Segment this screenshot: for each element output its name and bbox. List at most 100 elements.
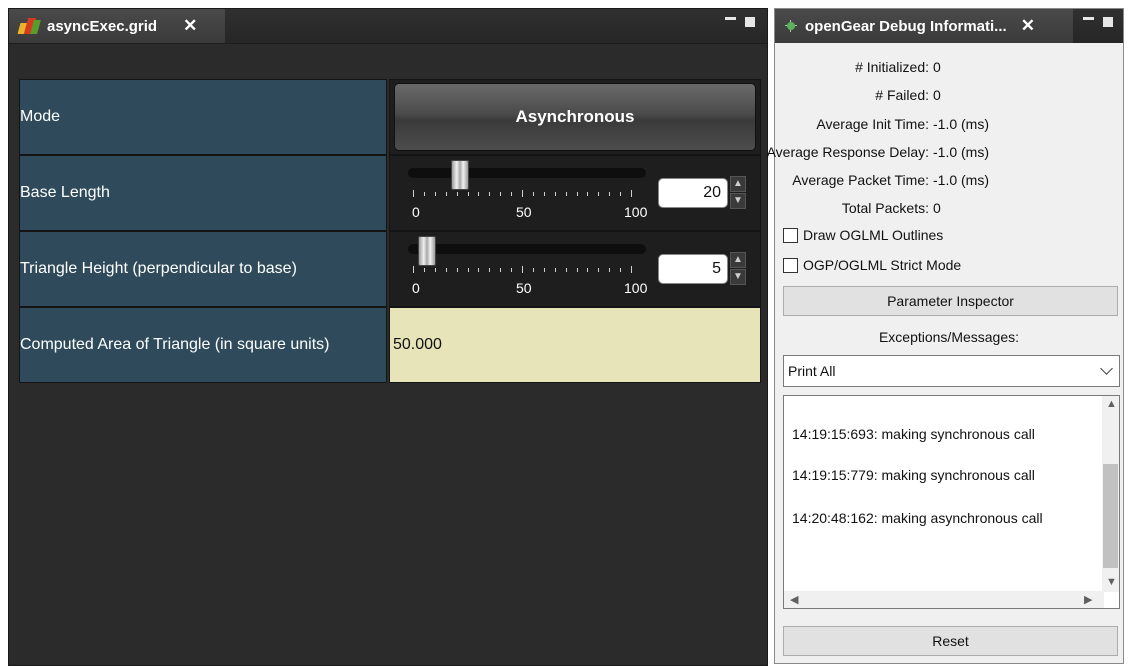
triangle-height-spinner: ▲ ▼	[730, 252, 746, 286]
draw-outlines-checkbox[interactable]	[783, 227, 798, 243]
stat-avg-init-time: Average Init Time: -1.0 (ms)	[816, 116, 989, 132]
triangle-height-cell: 0 50 100 ▲ ▼	[389, 231, 761, 307]
tick-mark	[467, 192, 469, 196]
stat-total-packets: Total Packets: 0	[841, 200, 941, 216]
tick-mark	[554, 192, 556, 196]
spin-up-icon[interactable]: ▲	[730, 176, 746, 192]
scroll-left-icon[interactable]: ◀	[790, 593, 798, 606]
tick-mark	[609, 268, 611, 272]
scroll-down-icon[interactable]: ▼	[1106, 576, 1117, 588]
tick-mark	[478, 268, 480, 272]
debug-tab-bar: openGear Debug Informati... ✕	[775, 9, 1123, 43]
minimize-icon[interactable]	[1083, 17, 1094, 20]
spin-up-icon[interactable]: ▲	[730, 252, 746, 268]
tick-mark	[522, 266, 523, 273]
base-length-label: Base Length	[19, 155, 387, 231]
debug-panel: openGear Debug Informati... ✕ # Initiali…	[766, 8, 1124, 664]
tick-mark	[456, 268, 458, 272]
tick-mark	[576, 192, 578, 196]
triangle-height-input[interactable]	[658, 254, 728, 284]
tick-mark	[434, 192, 436, 196]
tick-mark	[500, 192, 502, 196]
tick-mark	[511, 192, 513, 196]
parameter-inspector-button[interactable]: Parameter Inspector	[783, 286, 1118, 316]
tick-mark	[456, 192, 458, 196]
tick-mark	[434, 268, 436, 272]
vertical-scroll-thumb[interactable]	[1103, 464, 1118, 568]
tick-mark	[522, 190, 523, 197]
minimize-icon[interactable]	[725, 17, 736, 20]
grid-tab-bar: asyncExec.grid ✕	[9, 9, 767, 44]
bug-icon	[785, 20, 797, 32]
message-filter-select[interactable]: Print All	[783, 355, 1120, 387]
log-line: 14:19:15:693: making synchronous call	[792, 426, 1035, 442]
exceptions-label: Exceptions/Messages:	[878, 329, 1020, 345]
triangle-height-slider-thumb[interactable]	[418, 236, 436, 266]
tab-title: asyncExec.grid	[47, 17, 158, 35]
tick-label-max: 100	[624, 280, 648, 296]
mode-toggle-button[interactable]: Asynchronous	[394, 83, 756, 151]
spin-down-icon[interactable]: ▼	[730, 193, 746, 209]
log-line: 14:19:15:779: making synchronous call	[792, 467, 1035, 483]
tick-label-mid: 50	[516, 204, 532, 220]
scroll-right-icon[interactable]: ▶	[1084, 593, 1092, 606]
triangle-height-slider-track[interactable]	[408, 244, 646, 254]
base-length-cell: 0 50 100 ▲ ▼	[389, 155, 761, 231]
scroll-up-icon[interactable]: ▲	[1106, 398, 1117, 410]
stat-failed: # Failed: 0	[875, 87, 941, 103]
maximize-icon[interactable]	[745, 17, 755, 27]
tick-mark	[543, 192, 545, 196]
chevron-down-icon	[1100, 362, 1113, 375]
tick-mark	[467, 268, 469, 272]
tick-mark	[478, 192, 480, 196]
tick-mark	[565, 268, 567, 272]
vertical-scrollbar[interactable]: ▲ ▼	[1102, 396, 1119, 592]
computed-area-value: 50.000	[389, 307, 761, 383]
base-length-input[interactable]	[658, 178, 728, 208]
tick-mark	[489, 268, 491, 272]
tick-mark	[500, 268, 502, 272]
mode-cell: Asynchronous	[389, 79, 761, 155]
tick-mark	[587, 268, 589, 272]
strict-mode-checkbox-row[interactable]: OGP/OGLML Strict Mode	[783, 257, 961, 273]
spin-down-icon[interactable]: ▼	[730, 269, 746, 285]
tick-mark	[576, 268, 578, 272]
dashboard-app-icon	[17, 17, 41, 35]
triangle-height-label: Triangle Height (perpendicular to base)	[19, 231, 387, 307]
strict-mode-checkbox[interactable]	[783, 257, 798, 273]
reset-button[interactable]: Reset	[783, 626, 1118, 656]
horizontal-scrollbar[interactable]: ◀ ▶	[784, 591, 1104, 608]
message-log[interactable]: 14:19:15:693: making synchronous call 14…	[783, 395, 1120, 609]
close-tab-icon[interactable]: ✕	[183, 16, 197, 36]
draw-outlines-checkbox-row[interactable]: Draw OGLML Outlines	[783, 227, 943, 243]
base-length-slider-thumb[interactable]	[451, 160, 469, 190]
maximize-icon[interactable]	[1103, 17, 1113, 27]
stat-avg-response-delay: Average Response Delay: -1.0 (ms)	[766, 144, 989, 160]
tick-mark	[620, 192, 622, 196]
tick-mark	[489, 192, 491, 196]
tick-label-min: 0	[412, 280, 420, 296]
tick-mark	[554, 268, 556, 272]
computed-area-cell: 50.000	[389, 307, 761, 383]
row-computed-area: Computed Area of Triangle (in square uni…	[19, 307, 767, 383]
tick-mark	[620, 268, 622, 272]
tick-mark	[587, 192, 589, 196]
tick-mark	[631, 190, 632, 197]
stat-initialized: # Initialized: 0	[855, 59, 941, 75]
tick-mark	[511, 268, 513, 272]
tick-mark	[598, 192, 600, 196]
close-tab-icon[interactable]: ✕	[1021, 16, 1035, 36]
tick-label-min: 0	[412, 204, 420, 220]
tick-mark	[423, 268, 425, 272]
stat-avg-packet-time: Average Packet Time: -1.0 (ms)	[792, 172, 989, 188]
tick-mark	[413, 190, 414, 197]
tab-asyncexec-grid[interactable]: asyncExec.grid ✕	[9, 9, 225, 43]
draw-outlines-label: Draw OGLML Outlines	[803, 227, 944, 243]
row-mode: Mode Asynchronous	[19, 79, 767, 155]
tick-mark	[609, 192, 611, 196]
tab-opengear-debug[interactable]: openGear Debug Informati... ✕	[775, 9, 1073, 43]
base-length-slider-track[interactable]	[408, 168, 646, 178]
tick-mark	[543, 268, 545, 272]
row-triangle-height: Triangle Height (perpendicular to base) …	[19, 231, 767, 307]
tick-mark	[413, 266, 414, 273]
